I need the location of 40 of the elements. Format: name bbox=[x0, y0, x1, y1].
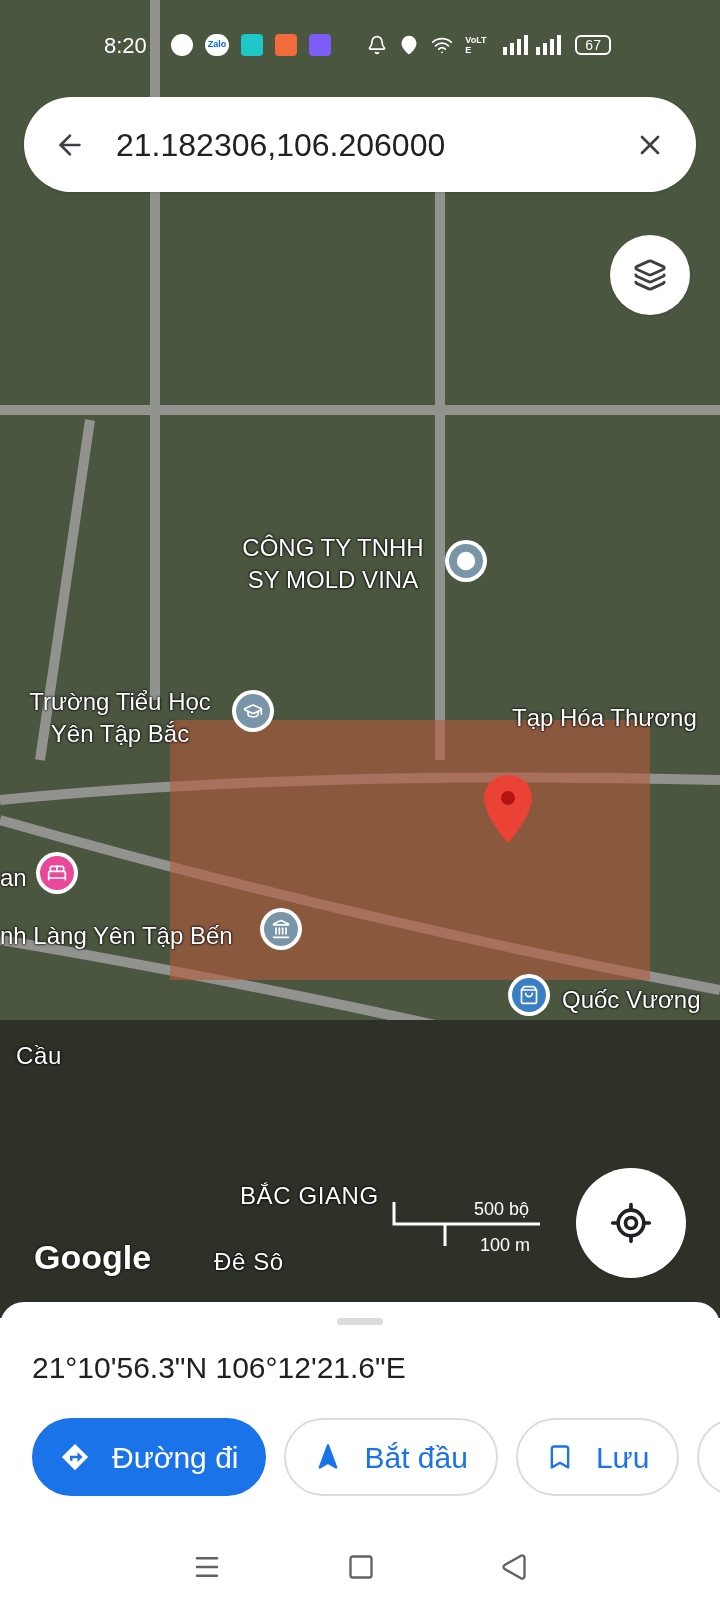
scale-metric: 100 m bbox=[480, 1234, 531, 1257]
status-time: 8:20 bbox=[104, 31, 147, 60]
map-label[interactable]: Trường Tiểu Học Yên Tập Bắc bbox=[14, 686, 226, 750]
drag-handle[interactable] bbox=[337, 1318, 383, 1325]
layers-icon bbox=[633, 258, 667, 292]
directions-icon bbox=[60, 1442, 90, 1472]
network-type: VoLTE bbox=[465, 35, 488, 55]
action-chip[interactable]: Lưu bbox=[515, 1418, 680, 1496]
place-pin-icon[interactable] bbox=[36, 852, 78, 894]
place-pin-icon[interactable] bbox=[445, 540, 487, 582]
action-chip[interactable]: Đường đi bbox=[32, 1418, 267, 1496]
app-icon bbox=[309, 34, 332, 56]
map-label[interactable]: CÔNG TY TNHH SY MOLD VINA bbox=[228, 532, 438, 596]
my-location-icon bbox=[609, 1201, 653, 1245]
place-pin-icon[interactable] bbox=[260, 908, 302, 950]
app-icon bbox=[170, 34, 193, 56]
search-field[interactable]: 21.182306,106.206000 bbox=[24, 97, 696, 192]
map-label[interactable]: Đê Sô bbox=[214, 1246, 284, 1278]
zalo-icon: Zalo bbox=[204, 34, 230, 56]
map-label[interactable]: Cầu bbox=[16, 1040, 62, 1072]
map-label[interactable]: Quốc Vương bbox=[562, 984, 701, 1016]
muted-bell-icon bbox=[367, 35, 388, 55]
map-label[interactable]: BẮC GIANG bbox=[240, 1180, 379, 1212]
home-square-icon bbox=[347, 1553, 375, 1581]
app-icon bbox=[275, 34, 298, 56]
place-pin-icon[interactable] bbox=[232, 690, 274, 732]
signal-icon bbox=[503, 35, 564, 55]
action-chip[interactable]: Bắt đầu bbox=[284, 1418, 498, 1496]
coordinates-title: 21°10'56.3"N 106°12'21.6"E bbox=[32, 1350, 407, 1386]
map-brand: Google bbox=[34, 1237, 152, 1278]
place-pin-icon[interactable] bbox=[508, 974, 550, 1016]
app-icon bbox=[241, 34, 264, 56]
satellite-map[interactable]: 8:20 Zalo VoLTE 67 21.182306,106.206000 CÔNG TY TNHH SY MOLD VINA Trường Tiểu Học Yên Tập Bắc Tạp Hóa Thương an nh Làng Yên Tập Bến Quốc Vương Cầu BẮC GIANG Google Đê Sô 500 bộ 100 m bbox=[0, 0, 720, 1318]
battery-indicator: 67 bbox=[575, 35, 611, 55]
map-label[interactable]: nh Làng Yên Tập Bến bbox=[0, 920, 233, 952]
back-triangle-icon bbox=[499, 1553, 528, 1581]
location-marker-icon bbox=[482, 773, 534, 845]
scale-imperial: 500 bộ bbox=[474, 1198, 530, 1221]
map-label[interactable]: an bbox=[0, 862, 27, 894]
map-label[interactable]: Tạp Hóa Thương bbox=[512, 702, 697, 734]
